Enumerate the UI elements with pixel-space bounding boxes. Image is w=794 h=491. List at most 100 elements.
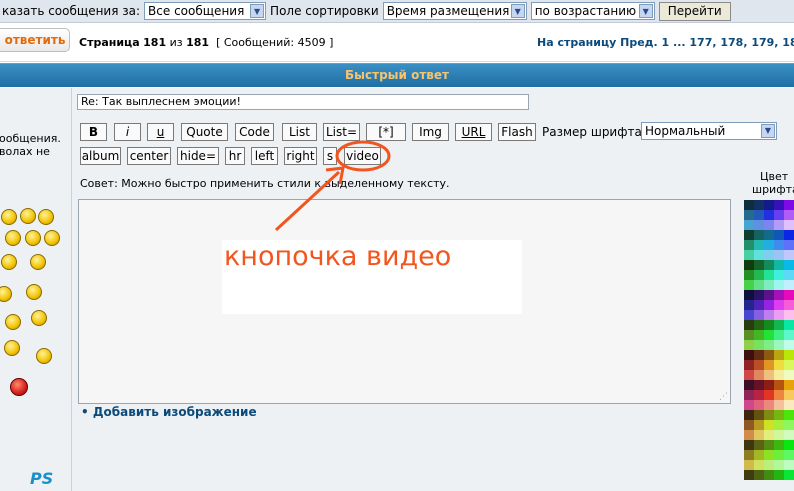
- color-swatch[interactable]: [784, 470, 794, 480]
- smiley-icon[interactable]: [5, 314, 21, 330]
- color-swatch[interactable]: [754, 260, 764, 270]
- color-swatch[interactable]: [744, 440, 754, 450]
- color-swatch[interactable]: [774, 220, 784, 230]
- left-button[interactable]: left: [251, 147, 278, 165]
- color-swatch[interactable]: [774, 240, 784, 250]
- color-swatch[interactable]: [744, 300, 754, 310]
- color-swatch[interactable]: [754, 390, 764, 400]
- color-swatch[interactable]: [744, 200, 754, 210]
- color-swatch[interactable]: [784, 460, 794, 470]
- smiley-icon[interactable]: [5, 230, 21, 246]
- color-swatch[interactable]: [784, 410, 794, 420]
- color-swatch[interactable]: [754, 450, 764, 460]
- color-swatch[interactable]: [784, 220, 794, 230]
- color-swatch[interactable]: [774, 470, 784, 480]
- color-swatch[interactable]: [764, 200, 774, 210]
- color-swatch[interactable]: [744, 450, 754, 460]
- color-swatch[interactable]: [774, 400, 784, 410]
- color-swatch[interactable]: [764, 390, 774, 400]
- color-swatch[interactable]: [774, 410, 784, 420]
- color-swatch[interactable]: [754, 210, 764, 220]
- color-swatch[interactable]: [764, 220, 774, 230]
- smiley-icon[interactable]: [25, 230, 41, 246]
- color-swatch[interactable]: [774, 420, 784, 430]
- color-swatch[interactable]: [774, 250, 784, 260]
- smiley-icon[interactable]: [31, 310, 47, 326]
- bold-button[interactable]: B: [80, 123, 107, 141]
- color-swatch[interactable]: [784, 230, 794, 240]
- color-swatch[interactable]: [764, 310, 774, 320]
- color-swatch[interactable]: [784, 260, 794, 270]
- smiley-icon[interactable]: [0, 286, 12, 302]
- color-swatch[interactable]: [754, 440, 764, 450]
- list-button[interactable]: List: [282, 123, 317, 141]
- color-swatch[interactable]: [784, 420, 794, 430]
- show-messages-select[interactable]: Все сообщения ▼: [144, 2, 267, 20]
- color-swatch[interactable]: [774, 380, 784, 390]
- quote-button[interactable]: Quote: [181, 123, 228, 141]
- color-swatch[interactable]: [744, 420, 754, 430]
- url-button[interactable]: URL: [455, 123, 492, 141]
- strike-button[interactable]: s: [323, 147, 337, 165]
- color-swatch[interactable]: [744, 250, 754, 260]
- color-swatch[interactable]: [744, 470, 754, 480]
- color-swatch[interactable]: [754, 470, 764, 480]
- color-swatch[interactable]: [784, 390, 794, 400]
- color-swatch[interactable]: [754, 430, 764, 440]
- smiley-icon[interactable]: [1, 254, 17, 270]
- color-swatch[interactable]: [774, 230, 784, 240]
- color-swatch[interactable]: [764, 460, 774, 470]
- color-swatch[interactable]: [754, 300, 764, 310]
- color-swatch[interactable]: [764, 440, 774, 450]
- go-button[interactable]: Перейти: [658, 1, 731, 21]
- color-swatch[interactable]: [774, 260, 784, 270]
- smiley-icon[interactable]: [1, 209, 17, 225]
- sort-order-select[interactable]: по возрастанию ▼: [530, 2, 655, 20]
- smiley-icon[interactable]: [30, 254, 46, 270]
- color-swatch[interactable]: [784, 280, 794, 290]
- color-swatch[interactable]: [764, 230, 774, 240]
- color-swatch[interactable]: [744, 410, 754, 420]
- color-swatch[interactable]: [784, 360, 794, 370]
- font-size-select[interactable]: Нормальный ▼: [641, 122, 777, 140]
- sort-field-select[interactable]: Время размещения ▼: [382, 2, 527, 20]
- color-swatch[interactable]: [784, 240, 794, 250]
- underline-button[interactable]: u: [147, 123, 174, 141]
- color-swatch[interactable]: [744, 380, 754, 390]
- color-swatch[interactable]: [754, 340, 764, 350]
- color-swatch[interactable]: [744, 390, 754, 400]
- color-swatch[interactable]: [784, 270, 794, 280]
- color-swatch[interactable]: [764, 240, 774, 250]
- smiley-icon[interactable]: [20, 208, 36, 224]
- color-swatch[interactable]: [744, 460, 754, 470]
- color-swatch[interactable]: [784, 320, 794, 330]
- album-button[interactable]: album: [80, 147, 121, 165]
- color-swatch[interactable]: [774, 450, 784, 460]
- italic-button[interactable]: i: [114, 123, 141, 141]
- color-swatch[interactable]: [754, 380, 764, 390]
- smiley-icon[interactable]: [38, 209, 54, 225]
- color-swatch[interactable]: [764, 410, 774, 420]
- color-swatch[interactable]: [784, 400, 794, 410]
- color-swatch[interactable]: [744, 290, 754, 300]
- color-swatch[interactable]: [774, 360, 784, 370]
- color-swatch[interactable]: [744, 400, 754, 410]
- color-swatch[interactable]: [774, 350, 784, 360]
- color-swatch[interactable]: [764, 270, 774, 280]
- resize-grip-icon[interactable]: ⋰: [719, 392, 729, 402]
- color-swatch[interactable]: [754, 220, 764, 230]
- color-swatch[interactable]: [744, 320, 754, 330]
- hr-button[interactable]: hr: [225, 147, 245, 165]
- color-swatch[interactable]: [784, 330, 794, 340]
- color-swatch[interactable]: [754, 250, 764, 260]
- color-swatch[interactable]: [764, 370, 774, 380]
- color-swatch[interactable]: [744, 260, 754, 270]
- video-button[interactable]: video: [344, 147, 381, 165]
- color-swatch[interactable]: [744, 350, 754, 360]
- color-swatch[interactable]: [754, 320, 764, 330]
- color-swatch[interactable]: [784, 200, 794, 210]
- color-swatch[interactable]: [774, 280, 784, 290]
- color-swatch[interactable]: [764, 450, 774, 460]
- color-swatch[interactable]: [754, 240, 764, 250]
- smiley-icon[interactable]: [26, 284, 42, 300]
